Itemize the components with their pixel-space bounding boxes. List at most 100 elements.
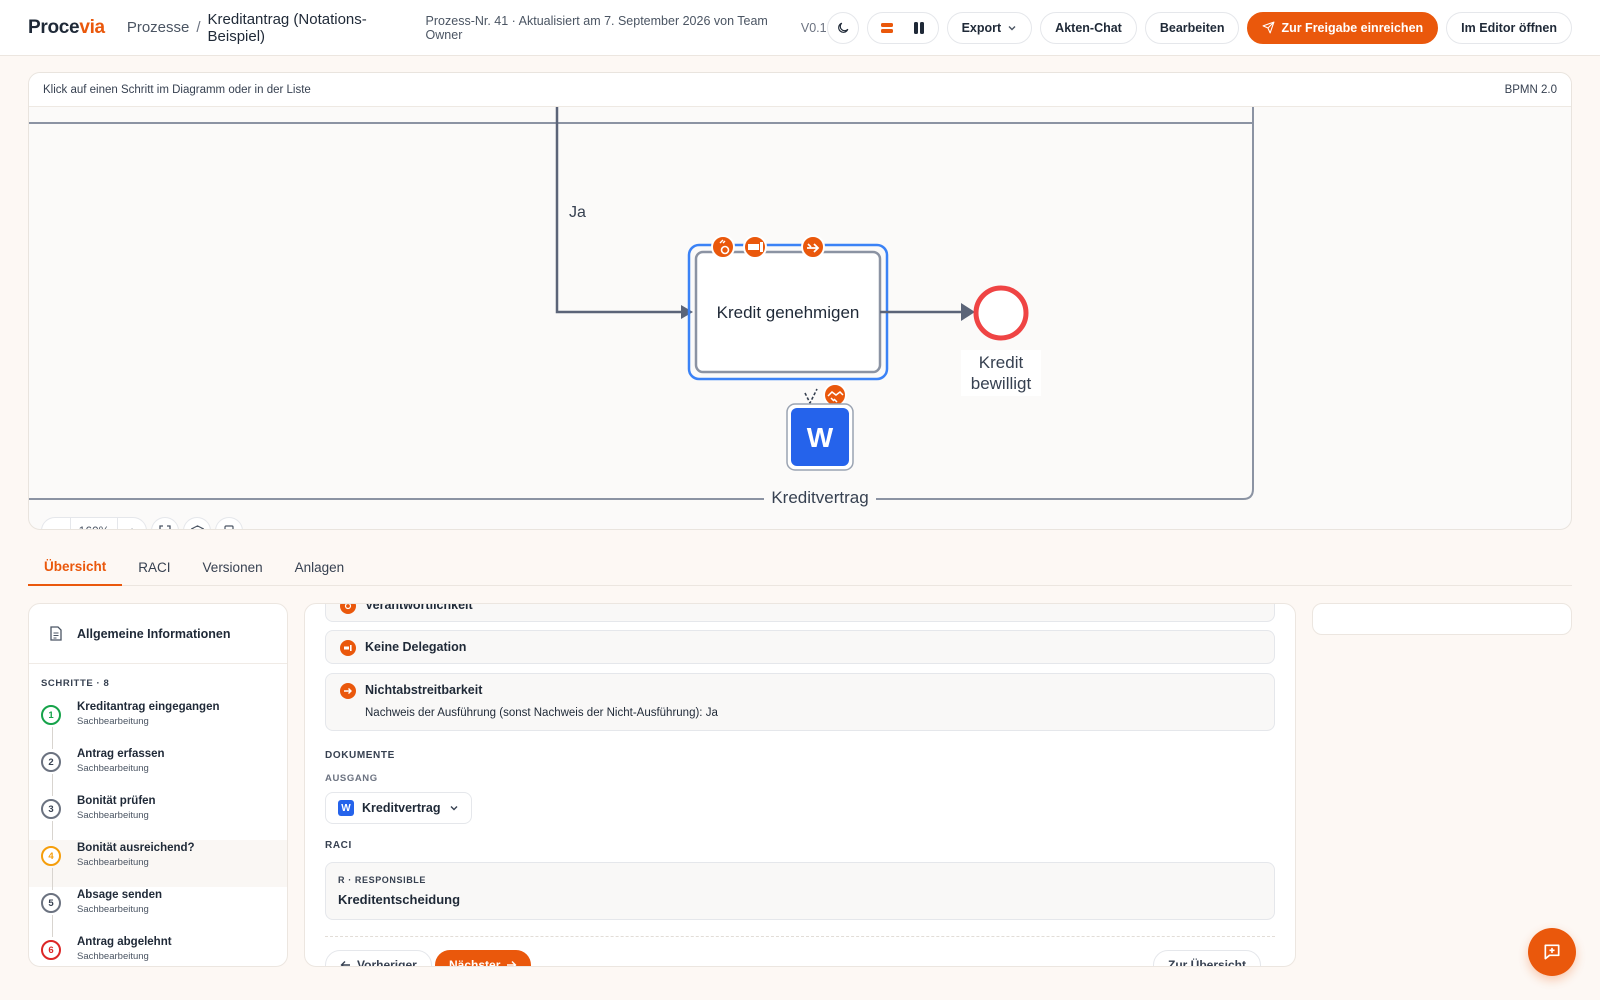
document-name: Kreditvertrag bbox=[362, 801, 441, 815]
step-number-badge: 3 bbox=[41, 799, 61, 819]
attribute-nonrepudiation-row: Nichtabstreitbarkeit bbox=[340, 674, 482, 699]
step-role: Sachbearbeitung bbox=[77, 857, 149, 868]
tab-attachments[interactable]: Anlagen bbox=[279, 548, 361, 586]
attribute-responsibility: Verantwortlichkeit bbox=[325, 603, 1275, 622]
view-toggle bbox=[866, 11, 939, 44]
tab-overview[interactable]: Übersicht bbox=[28, 548, 123, 586]
sidebar-step-item[interactable]: 3 Bonität prüfen Sachbearbeitung bbox=[29, 793, 287, 843]
legend-button[interactable] bbox=[215, 517, 243, 529]
files-chat-button[interactable]: Akten-Chat bbox=[1040, 11, 1137, 44]
attribute-nonrepudiation: Nichtabstreitbarkeit Nachweis der Ausfüh… bbox=[325, 673, 1275, 731]
submit-approval-label: Zur Freigabe einreichen bbox=[1281, 20, 1424, 35]
step-text: Absage senden Sachbearbeitung bbox=[77, 889, 162, 915]
layers-button[interactable] bbox=[183, 517, 211, 529]
attribute-delegation-label: Keine Delegation bbox=[365, 640, 467, 654]
step-number-badge: 6 bbox=[41, 940, 61, 960]
step-role: Sachbearbeitung bbox=[77, 904, 149, 915]
pool-boundary bbox=[29, 107, 1254, 500]
no-delegation-marker-icon bbox=[743, 235, 767, 259]
sidebar-step-item[interactable]: 1 Kreditantrag eingegangen Sachbearbeitung bbox=[29, 699, 287, 749]
export-label: Export bbox=[961, 20, 1002, 35]
zoom-out-button[interactable]: − bbox=[42, 518, 70, 530]
chevron-down-icon bbox=[1008, 25, 1016, 30]
next-step-button[interactable]: Nächster bbox=[435, 950, 532, 967]
right-panel bbox=[1312, 603, 1572, 635]
detail-tabs: Übersicht RACI Versionen Anlagen bbox=[28, 548, 1572, 586]
general-info-item[interactable]: Allgemeine Informationen bbox=[29, 604, 287, 664]
book-icon bbox=[224, 525, 234, 529]
divider bbox=[325, 936, 1275, 937]
task-label: Kredit genehmigen bbox=[717, 303, 860, 322]
view-split-button[interactable] bbox=[904, 15, 934, 41]
step-title: Absage senden bbox=[77, 889, 162, 901]
view-stacked-button[interactable] bbox=[872, 15, 902, 41]
breadcrumb: Prozesse / Kreditantrag (Notations-Beisp… bbox=[127, 11, 402, 45]
word-document-letter: W bbox=[807, 422, 834, 453]
attribute-responsibility-label: Verantwortlichkeit bbox=[365, 603, 473, 612]
raci-role-value: Kreditentscheidung bbox=[338, 892, 461, 907]
previous-step-button[interactable]: Vorheriger bbox=[325, 950, 432, 967]
sidebar-step-item[interactable]: 6 Antrag abgelehnt Sachbearbeitung bbox=[29, 934, 287, 966]
general-info-label: Allgemeine Informationen bbox=[77, 626, 231, 641]
responsibility-marker-icon bbox=[711, 235, 735, 259]
steps-list: 1 Kreditantrag eingegangen Sachbearbeitung… bbox=[29, 699, 287, 966]
step-role: Sachbearbeitung bbox=[77, 951, 149, 962]
sidebar-step-item[interactable]: 5 Absage senden Sachbearbeitung bbox=[29, 887, 287, 937]
step-text: Kreditantrag eingegangen Sachbearbeitung bbox=[77, 701, 220, 727]
submit-approval-button[interactable]: Zur Freigabe einreichen bbox=[1247, 11, 1439, 44]
edit-button[interactable]: Bearbeiten bbox=[1144, 11, 1240, 44]
arrow-left-icon bbox=[340, 961, 350, 966]
step-number-badge: 5 bbox=[41, 893, 61, 913]
attribute-nonrepudiation-label: Nichtabstreitbarkeit bbox=[365, 683, 483, 697]
step-details: Verantwortlichkeit Keine Delegation Nich… bbox=[304, 603, 1296, 967]
previous-step-label: Vorheriger bbox=[357, 958, 417, 967]
sidebar-step-item[interactable]: 4 Bonität ausreichend? Sachbearbeitung bbox=[29, 840, 287, 890]
zoom-group: − 160% + bbox=[41, 517, 147, 530]
app-header: Procevia Prozesse / Kreditantrag (Notati… bbox=[0, 0, 1600, 56]
notation-label: BPMN 2.0 bbox=[1504, 83, 1557, 96]
steps-sidebar: Allgemeine Informationen SCHRITTE · 8 1K… bbox=[28, 603, 288, 967]
send-icon bbox=[1262, 21, 1275, 34]
attribute-nonrepudiation-detail: Nachweis der Ausführung (sonst Nachweis … bbox=[365, 707, 718, 719]
step-text: Bonität ausreichend? Sachbearbeitung bbox=[77, 842, 195, 868]
tab-versions[interactable]: Versionen bbox=[187, 548, 279, 586]
export-button[interactable]: Export bbox=[946, 11, 1033, 44]
responsibility-icon bbox=[340, 604, 356, 614]
open-editor-button[interactable]: Im Editor öffnen bbox=[1446, 11, 1572, 44]
breadcrumb-root[interactable]: Prozesse bbox=[127, 19, 190, 36]
zoom-toolbar: − 160% + bbox=[41, 517, 243, 530]
step-number-badge: 4 bbox=[41, 846, 61, 866]
sidebar-step-item[interactable]: 2 Antrag erfassen Sachbearbeitung bbox=[29, 746, 287, 796]
zoom-in-button[interactable]: + bbox=[118, 518, 146, 530]
steps-title: SCHRITTE · 8 bbox=[41, 678, 110, 689]
step-number-badge: 2 bbox=[41, 752, 61, 772]
raci-heading: RACI bbox=[325, 840, 352, 851]
step-role: Sachbearbeitung bbox=[77, 810, 149, 821]
documents-heading: DOKUMENTE bbox=[325, 750, 395, 761]
chat-fab-button[interactable] bbox=[1528, 928, 1576, 976]
document-kreditvertrag-button[interactable]: W Kreditvertrag bbox=[325, 792, 472, 824]
fit-view-button[interactable] bbox=[151, 517, 179, 529]
step-number-badge: 1 bbox=[41, 705, 61, 725]
back-to-overview-button[interactable]: Zur Übersicht bbox=[1153, 950, 1262, 966]
bpmn-canvas[interactable]: Ja Kredit genehmigen Kredit bewilligt W … bbox=[29, 107, 1571, 530]
raci-responsible-card: R · RESPONSIBLE Kreditentscheidung bbox=[325, 862, 1275, 920]
output-heading: AUSGANG bbox=[325, 773, 378, 784]
version-label: V0.1 bbox=[800, 20, 827, 35]
process-meta: Prozess-Nr. 41 · Aktualisiert am 7. Sept… bbox=[425, 13, 768, 42]
non-repudiation-icon bbox=[340, 683, 356, 699]
layers-icon bbox=[190, 524, 204, 529]
step-role: Sachbearbeitung bbox=[77, 716, 149, 727]
sequence-flow-end-arrow bbox=[961, 303, 975, 321]
step-title: Kreditantrag eingegangen bbox=[77, 701, 220, 713]
diagram-card: Klick auf einen Schritt im Diagramm oder… bbox=[28, 72, 1572, 530]
document-icon bbox=[50, 626, 62, 641]
word-icon: W bbox=[338, 800, 354, 816]
dark-mode-button[interactable] bbox=[826, 11, 859, 44]
app-logo[interactable]: Procevia bbox=[28, 17, 105, 39]
data-association bbox=[804, 388, 818, 405]
raci-role-label: R · RESPONSIBLE bbox=[338, 875, 427, 885]
tab-raci[interactable]: RACI bbox=[122, 548, 186, 586]
step-text: Antrag erfassen Sachbearbeitung bbox=[77, 748, 165, 774]
next-step-label: Nächster bbox=[449, 958, 501, 967]
